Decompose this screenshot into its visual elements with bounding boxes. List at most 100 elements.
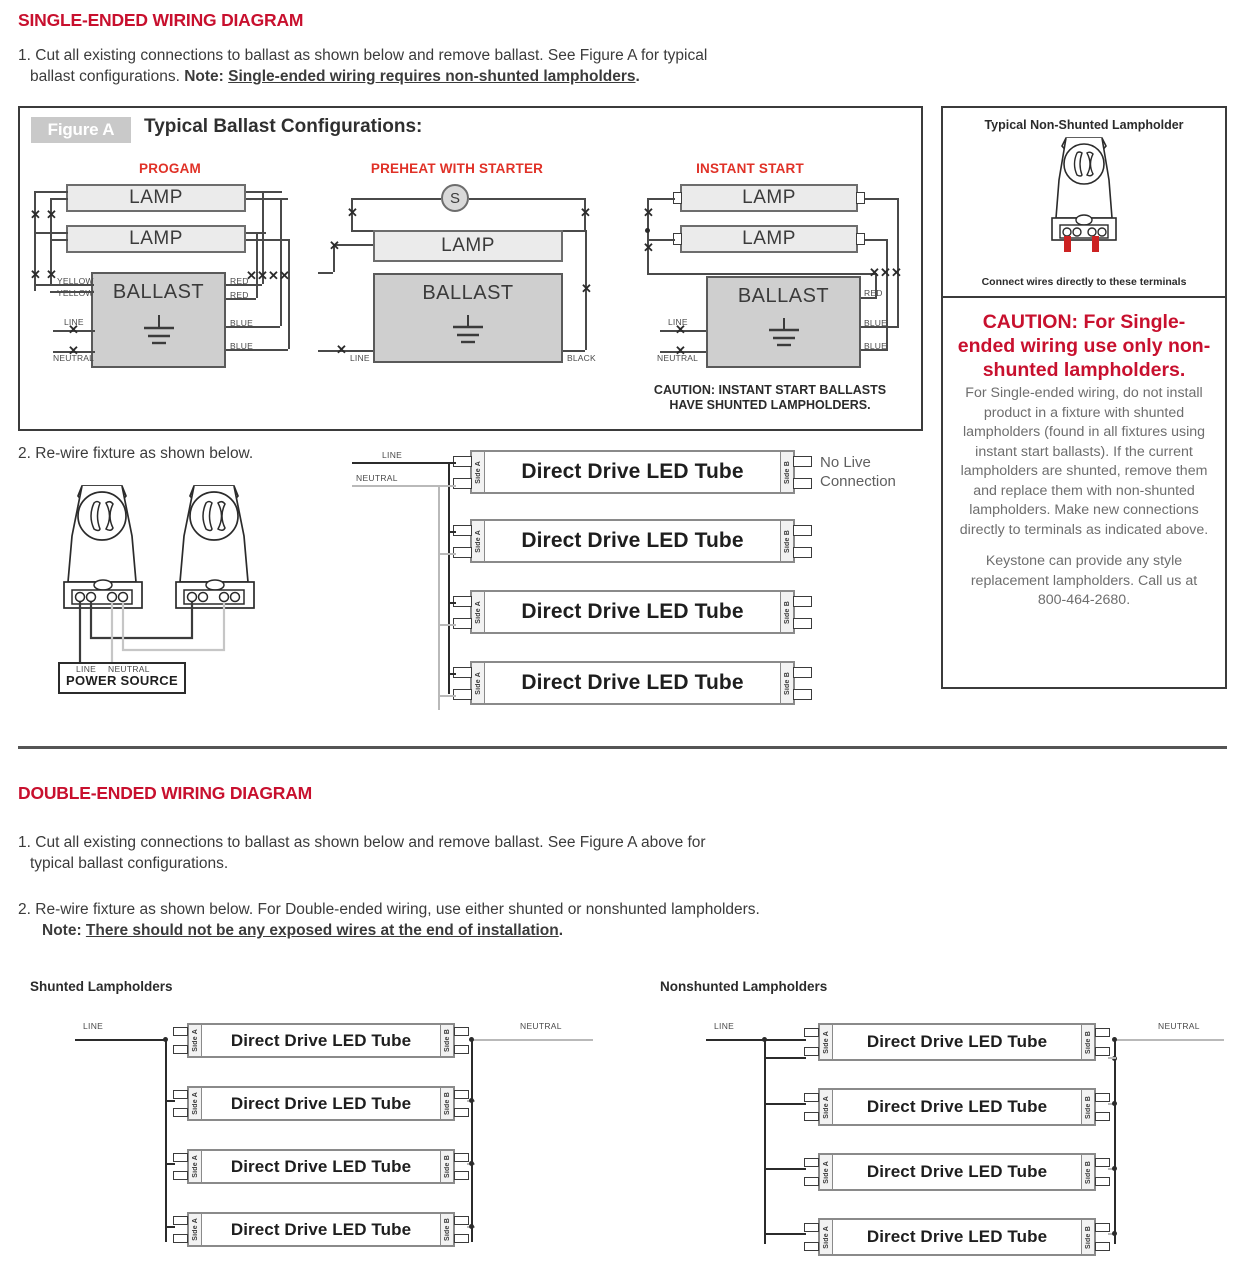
no-live-line-1: No Live	[820, 454, 871, 471]
junction-dot	[163, 1037, 168, 1042]
junction-dot	[469, 1037, 474, 1042]
wire-neutral	[121, 602, 226, 652]
tube-pin	[793, 618, 812, 629]
non-shunted-lampholder-panel: Typical Non-Shunted Lampholder Connect w…	[941, 106, 1227, 689]
junction-dot	[469, 1224, 474, 1229]
program-wire	[50, 198, 68, 200]
wire-label-yellow-2: YELLOW	[57, 288, 94, 298]
ground-symbol	[143, 315, 174, 345]
branch	[165, 1226, 175, 1229]
tube-pin	[793, 547, 812, 558]
caution-line-1: CAUTION: INSTANT START BALLASTS	[653, 383, 887, 397]
branch	[165, 1100, 175, 1103]
tube-pin	[804, 1223, 819, 1232]
side-b-label: Side B	[783, 671, 791, 695]
line-bus-h	[75, 1039, 167, 1042]
tube-cap-right: Side B	[780, 452, 793, 492]
side-b-label: Side B	[443, 1155, 451, 1178]
side-a-label: Side A	[822, 1030, 830, 1054]
side-b-label: Side B	[443, 1092, 451, 1115]
instant-wire	[865, 198, 897, 200]
lampholder-caption: Connect wires directly to these terminal…	[981, 276, 1187, 288]
ballast-label: BALLAST	[422, 282, 514, 304]
step-1-note-label: Note:	[184, 68, 229, 85]
double-ended-step-1: 1. Cut all existing connections to balla…	[18, 832, 918, 874]
step-2-number: 2.	[18, 445, 31, 462]
lampholder-pin	[856, 192, 865, 204]
tube-pin	[454, 1234, 469, 1243]
side-b-label: Side B	[443, 1029, 451, 1052]
program-wire	[50, 239, 68, 241]
line-bus-v	[764, 1039, 767, 1244]
tube-row: Side A Direct Drive LED Tube Side B	[187, 1149, 455, 1184]
tube-pin	[173, 1108, 188, 1117]
step-1-note-text: Single-ended wiring requires non-shunted…	[228, 68, 636, 85]
cut-x-mark: ✕	[675, 343, 686, 358]
branch	[448, 462, 456, 465]
side-a-label: Side A	[191, 1155, 199, 1178]
de-step-1-line-1: Cut all existing connections to ballast …	[35, 834, 706, 851]
branch	[448, 531, 456, 534]
tube-cap-right: Side B	[780, 592, 793, 632]
tube-cap-left: Side A	[189, 1025, 202, 1056]
step-1-line-2: ballast configurations.	[30, 68, 185, 85]
tube-label: Direct Drive LED Tube	[230, 1030, 412, 1050]
cut-x-mark: ✕	[347, 205, 358, 220]
no-live-line-2: Connection	[820, 473, 896, 490]
tube-label: Direct Drive LED Tube	[230, 1219, 412, 1239]
side-a-label: Side A	[474, 529, 482, 553]
de-step-1-number: 1.	[18, 834, 31, 851]
tube-cap-left: Side A	[472, 663, 485, 703]
caution-heading-line-2: ended wiring use only	[957, 335, 1163, 357]
preheat-lamp: LAMP	[373, 230, 563, 262]
tube-label: Direct Drive LED Tube	[230, 1093, 412, 1113]
de-step-1-line-2: typical ballast configurations.	[30, 855, 229, 872]
lamp-label: LAMP	[742, 187, 796, 208]
neutral-bus-h	[1116, 1039, 1224, 1042]
branch-neutral	[438, 624, 456, 627]
tube-pin	[454, 1216, 469, 1225]
starter-label: S	[449, 189, 460, 207]
line-label: LINE	[714, 1021, 735, 1031]
branch	[764, 1103, 806, 1106]
side-a-label: Side A	[191, 1218, 199, 1241]
lamp-label: LAMP	[742, 228, 796, 249]
cut-x-mark: ✕	[643, 240, 654, 255]
branch	[764, 1233, 806, 1236]
side-a-label: Side A	[822, 1225, 830, 1249]
program-wire	[246, 239, 288, 241]
double-ended-section-title: DOUBLE-ENDED WIRING DIAGRAM	[18, 783, 313, 803]
instant-ballast: BALLAST	[706, 276, 861, 368]
tube-label: Direct Drive LED Tube	[866, 1097, 1048, 1116]
single-ended-section-title: SINGLE-ENDED WIRING DIAGRAM	[18, 10, 304, 30]
de-note-text: There should not be any exposed wires at…	[85, 922, 559, 939]
tube-pin	[804, 1028, 819, 1037]
branch	[764, 1057, 806, 1060]
tube-pin	[453, 478, 472, 489]
cut-x-mark: ✕	[581, 281, 592, 296]
neutral-bus-h	[473, 1039, 593, 1042]
lampholder-illustration-section: Typical Non-Shunted Lampholder Connect w…	[943, 108, 1225, 298]
side-a-label: Side A	[822, 1160, 830, 1184]
panel-caution-heading: CAUTION: For Single- ended wiring use on…	[943, 298, 1225, 382]
tube-row: Side A Direct Drive LED Tube Side B	[187, 1212, 455, 1247]
tube-pin	[173, 1153, 188, 1162]
program-wire	[34, 232, 68, 234]
junction-dot	[1112, 1037, 1117, 1042]
program-wire	[288, 239, 290, 349]
preheat-wire	[318, 272, 333, 274]
tube-cap-right: Side B	[440, 1088, 453, 1119]
preheat-wire	[469, 198, 584, 200]
tube-cap-left: Side A	[472, 592, 485, 632]
side-a-label: Side A	[191, 1092, 199, 1115]
branch	[764, 1039, 806, 1042]
side-a-label: Side A	[191, 1029, 199, 1052]
tube-label: Direct Drive LED Tube	[230, 1156, 412, 1176]
de-step-2-text: Re-wire fixture as shown below. For Doub…	[35, 901, 760, 918]
branch	[448, 673, 456, 676]
tube-pin	[793, 478, 812, 489]
tube-cap-right: Side B	[1081, 1025, 1094, 1059]
tube-label: Direct Drive LED Tube	[521, 460, 744, 483]
de-note-period: .	[558, 922, 564, 939]
shunted-tube-diagram: LINE NEUTRAL Side A Direct Drive LED Tub…	[75, 1015, 595, 1270]
